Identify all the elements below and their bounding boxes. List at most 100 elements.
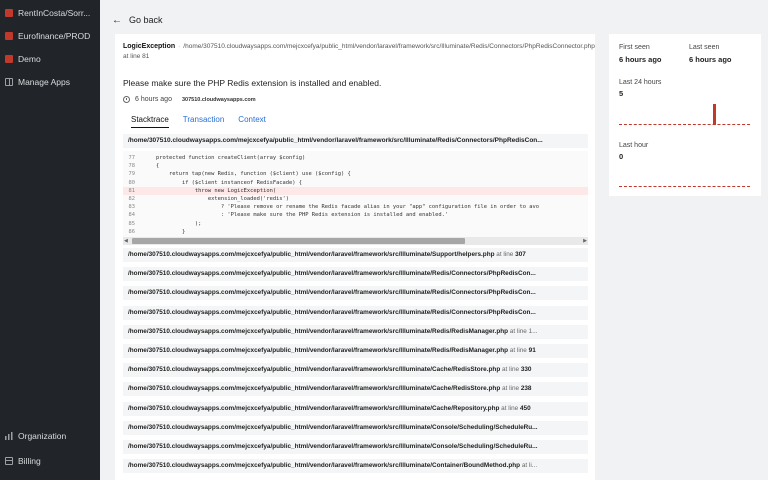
frame-line-prefix: at line [499,404,520,412]
exception-message: Please make sure the PHP Redis extension… [123,78,382,88]
code-text: } [143,228,186,235]
frame-path: /home/307510.cloudwaysapps.com/mejcxcefy… [128,308,536,316]
sidebar-item-eurofinance[interactable]: Eurofinance/PROD [5,29,97,43]
frame-path: /home/307510.cloudwaysapps.com/mejcxcefy… [128,270,536,278]
exception-header: LogicException ·/home/307510.cloudwaysapp… [123,42,595,62]
go-back-link[interactable]: ← Go back [112,13,163,27]
frame-line-number: 91 [528,347,536,354]
exception-panel: LogicException ·/home/307510.cloudwaysapp… [115,34,595,480]
time-ago: 6 hours ago [135,96,172,103]
code-line: 77 protected function createClient(array… [123,154,588,162]
scroll-thumb[interactable] [132,238,465,244]
sidebar-item-organization[interactable]: Organization [5,429,97,443]
stack-frame[interactable]: /home/307510.cloudwaysapps.com/mejcxcefy… [123,324,588,339]
last-24-hours-label: Last 24 hours [619,79,662,86]
exception-meta: 6 hours ago 307510.cloudwaysapps.com [123,96,256,103]
exception-class: LogicException [123,43,176,50]
clock-icon [123,96,130,103]
line-number: 84 [128,212,136,219]
frame-path: /home/307510.cloudwaysapps.com/mejcxcefy… [128,462,521,470]
last-seen-label: Last seen [689,44,720,51]
code-text: : 'Please make sure the PHP Redis extens… [143,212,449,219]
line-number: 81 [128,187,136,194]
stack-frame[interactable]: /home/307510.cloudwaysapps.com/mejcxcefy… [123,420,588,435]
code-line: 81 throw new LogicException( [123,186,588,195]
stack-frame[interactable]: /home/307510.cloudwaysapps.com/mejcxcefy… [123,248,588,262]
last-hour-label: Last hour [619,142,649,149]
last-hour-value: 0 [619,152,624,161]
last-24-hours-sparkline [619,124,750,125]
separator: · [178,43,181,50]
sidebar-item-manage-apps[interactable]: Manage Apps [5,75,97,89]
frame-path: /home/307510.cloudwaysapps.com/mejcxcefy… [128,423,538,431]
frame-line-prefix: at line [508,347,529,354]
code-line: 85 ); [123,220,588,228]
line-number: 83 [128,204,136,211]
stack-frame[interactable]: /home/307510.cloudwaysapps.com/mejcxcefy… [123,459,588,474]
frame-path: /home/307510.cloudwaysapps.com/mejcxcefy… [128,404,500,412]
frame-path: /home/307510.cloudwaysapps.com/mejcxcefy… [128,289,536,297]
horizontal-scrollbar[interactable]: ◀ ▶ [123,237,588,245]
code-line: 79 return tap(new Redis, function ($clie… [123,170,588,178]
frame-line-prefix: at li... [520,462,538,470]
app-icon [5,32,13,40]
stack-frame[interactable]: /home/307510.cloudwaysapps.com/mejcxcefy… [123,344,588,358]
code-text: throw new LogicException( [143,187,277,194]
stack-frame[interactable]: /home/307510.cloudwaysapps.com/mejcxcefy… [123,305,588,320]
code-line: 80 if ($client instanceof RedisFacade) { [123,179,588,187]
stack-frame-expanded[interactable]: /home/307510.cloudwaysapps.com/mejcxcefy… [123,134,588,148]
code-line: 83 ? 'Please remove or rename the Redis … [123,203,588,211]
code-line: 84 : 'Please make sure the PHP Redis ext… [123,211,588,219]
stack-frame[interactable]: /home/307510.cloudwaysapps.com/mejcxcefy… [123,440,588,454]
sidebar-item-billing[interactable]: Billing [5,454,97,468]
line-number: 77 [128,155,136,161]
line-number: 80 [128,179,136,186]
detail-tabs: Stacktrace Transaction Context [131,115,266,128]
line-number: 82 [128,195,136,202]
frame-path: /home/307510.cloudwaysapps.com/mejcxcefy… [128,347,509,354]
app-icon [5,9,13,17]
sidebar-item-label: Organization [18,431,67,441]
frame-path: /home/307510.cloudwaysapps.com/mejcxcefy… [128,443,538,450]
sidebar-item-rentincosta[interactable]: RentInCosta/Sorr... [5,6,97,20]
line-number: 78 [128,163,136,170]
frame-path: /home/307510.cloudwaysapps.com/mejcxcefy… [128,366,501,374]
frame-line-prefix: at line 1... [508,327,538,335]
stack-frame[interactable]: /home/307510.cloudwaysapps.com/mejcxcefy… [123,363,588,378]
credit-card-icon [5,457,13,465]
frame-line-number: 307 [515,251,526,258]
sidebar: RentInCosta/Sorr... Eurofinance/PROD Dem… [0,0,100,480]
go-back-label: Go back [129,15,163,25]
sidebar-item-demo[interactable]: Demo [5,52,97,66]
app-icon [5,55,13,63]
last-seen-value: 6 hours ago [689,55,732,64]
tab-context[interactable]: Context [238,115,266,128]
first-seen-value: 6 hours ago [619,55,662,64]
sidebar-item-label: Demo [18,54,41,64]
line-number: 85 [128,220,136,227]
host-name: 307510.cloudwaysapps.com [181,96,256,103]
sidebar-item-label: RentInCosta/Sorr... [18,8,91,18]
code-text: { [143,163,160,170]
scroll-left-icon[interactable]: ◀ [124,237,128,245]
stack-frame[interactable]: /home/307510.cloudwaysapps.com/mejcxcefy… [123,286,588,301]
stack-frame[interactable]: /home/307510.cloudwaysapps.com/mejcxcefy… [123,382,588,397]
stats-panel: First seen 6 hours ago Last seen 6 hours… [609,34,761,196]
last-24-hours-value: 5 [619,89,624,98]
line-number: 79 [128,171,136,178]
frame-line-number: 330 [520,366,532,374]
stack-frame[interactable]: /home/307510.cloudwaysapps.com/mejcxcefy… [123,401,588,416]
scroll-right-icon[interactable]: ▶ [583,237,587,245]
frame-path: /home/307510.cloudwaysapps.com/mejcxcefy… [128,327,509,335]
exception-path: /home/307510.cloudwaysapps.com/mejcxcefy… [123,43,595,60]
frame-line-prefix: at line [494,251,516,258]
sidebar-item-label: Eurofinance/PROD [18,31,91,41]
bar-chart-icon [5,432,13,440]
last-hour-sparkline [619,186,750,187]
frame-line-number: 450 [520,404,531,412]
code-text: return tap(new Redis, function ($client)… [143,171,351,178]
tab-stacktrace[interactable]: Stacktrace [131,115,169,128]
tab-transaction[interactable]: Transaction [183,115,225,128]
sparkline-bar [713,104,716,125]
stack-frame[interactable]: /home/307510.cloudwaysapps.com/mejcxcefy… [123,267,588,282]
